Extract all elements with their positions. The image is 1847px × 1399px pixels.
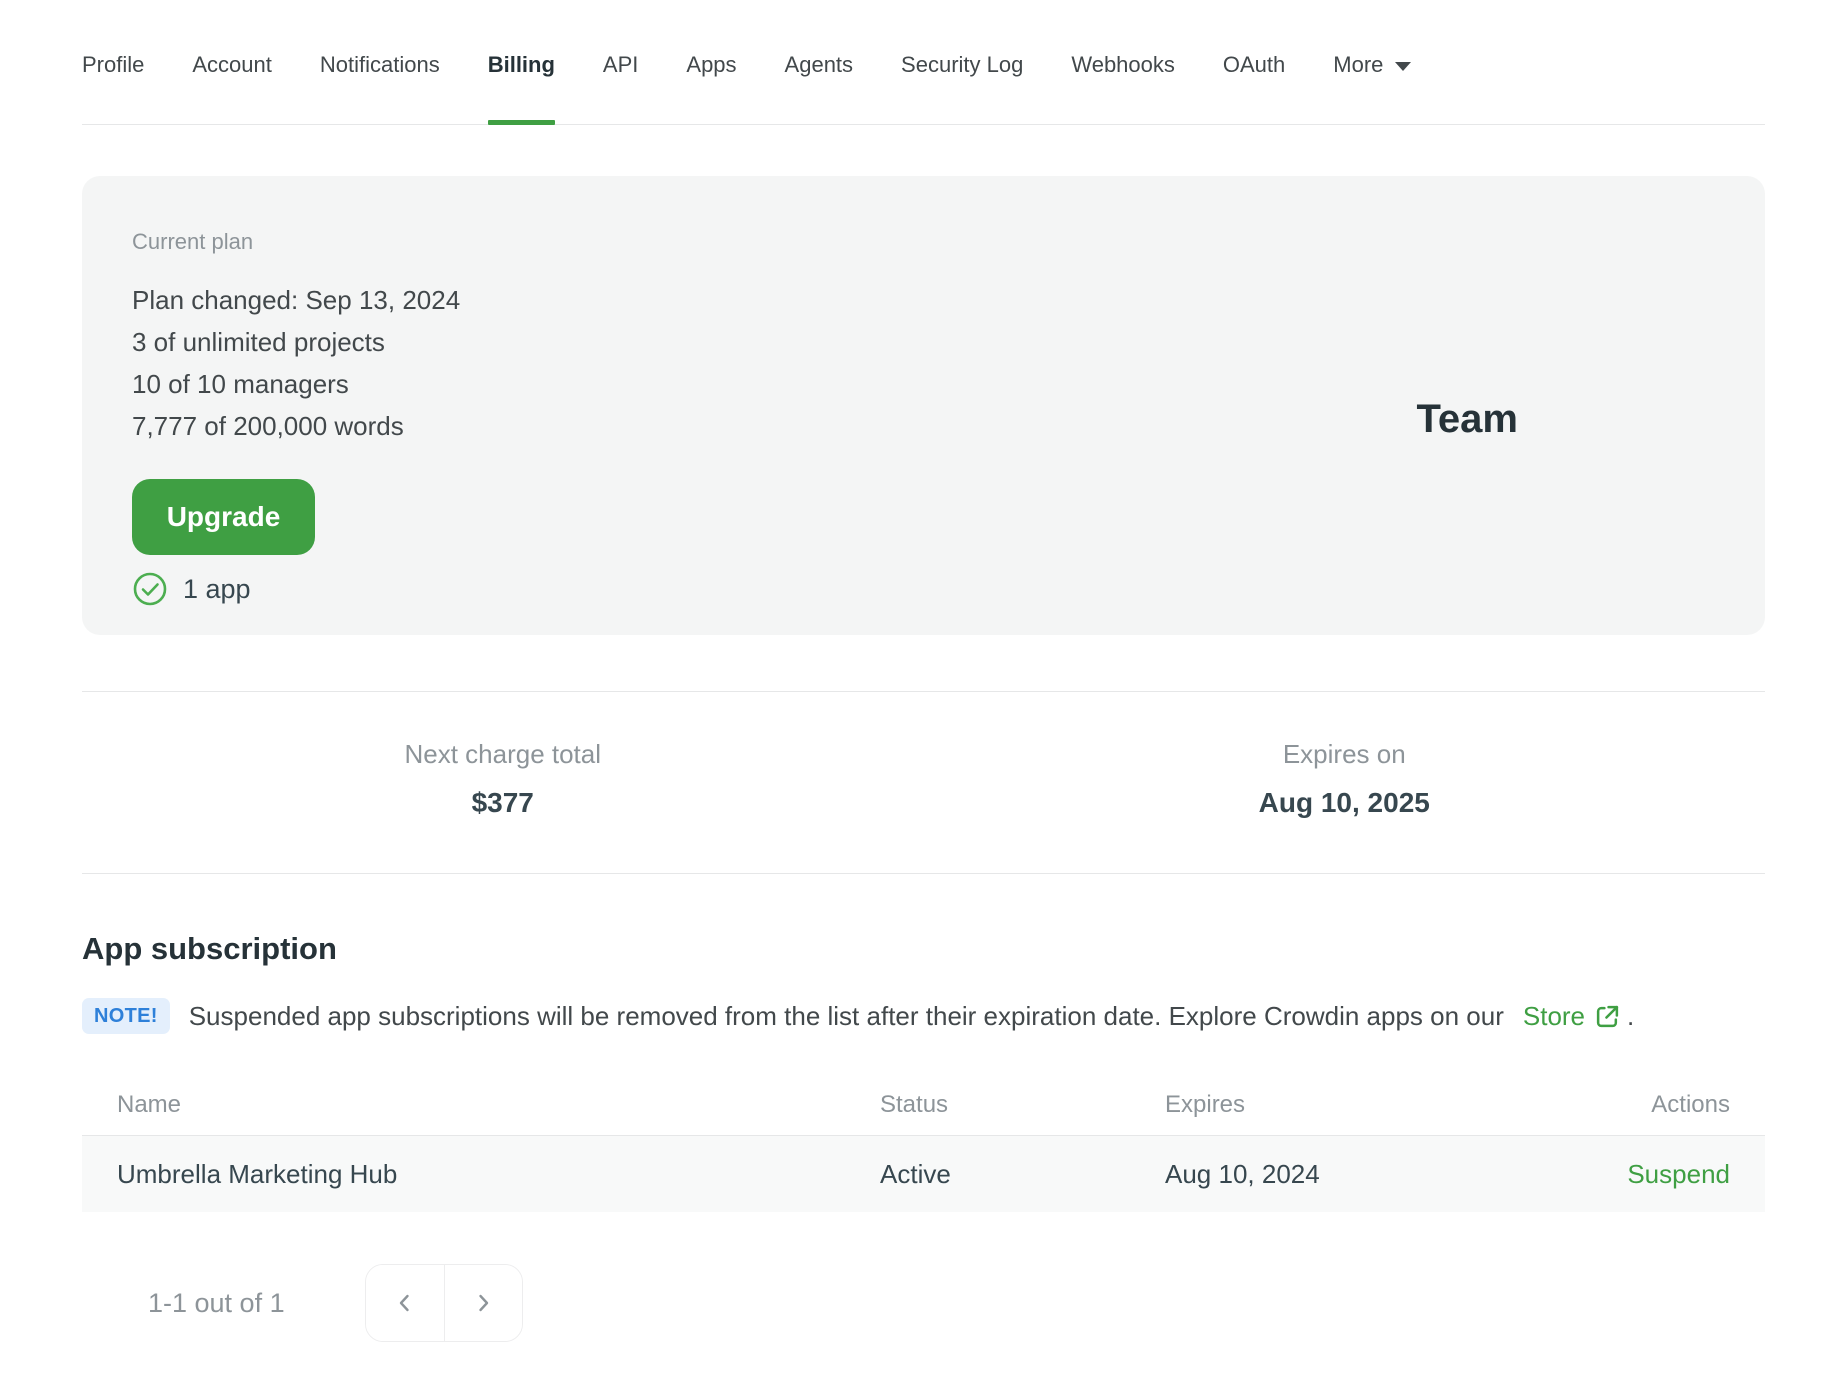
chevron-down-icon	[1395, 62, 1412, 71]
chevron-left-icon	[393, 1291, 417, 1315]
pagination-buttons	[364, 1264, 523, 1342]
table-header-row: Name Status Expires Actions	[82, 1074, 1765, 1136]
tab-billing[interactable]: Billing	[487, 52, 556, 125]
tab-notifications[interactable]: Notifications	[320, 52, 440, 124]
billing-page: Profile Account Notifications Billing AP…	[0, 0, 1847, 1342]
tab-webhooks[interactable]: Webhooks	[1071, 52, 1175, 124]
settings-tabs: Profile Account Notifications Billing AP…	[82, 0, 1765, 125]
plan-name: Team	[1416, 397, 1518, 441]
note-row: NOTE! Suspended app subscriptions will b…	[82, 998, 1765, 1034]
plan-changed-date: Plan changed: Sep 13, 2024	[132, 285, 461, 315]
next-charge-value: $377	[471, 787, 534, 818]
tab-api[interactable]: API	[603, 52, 638, 124]
apps-count-row: 1 app	[132, 571, 1715, 607]
tab-security-log[interactable]: Security Log	[901, 52, 1023, 124]
tab-account[interactable]: Account	[192, 52, 272, 124]
note-badge: NOTE!	[82, 998, 170, 1034]
tab-apps[interactable]: Apps	[686, 52, 736, 124]
note-text: Suspended app subscriptions will be remo…	[188, 1000, 1504, 1031]
app-subscription-title: App subscription	[82, 931, 337, 966]
current-plan-card: Current plan Plan changed: Sep 13, 2024 …	[82, 176, 1765, 635]
upgrade-button[interactable]: Upgrade	[132, 479, 315, 555]
expires-value: Aug 10, 2025	[1258, 787, 1430, 818]
header-expires: Expires	[1165, 1090, 1246, 1118]
pagination: 1-1 out of 1	[82, 1264, 1765, 1342]
tab-agents[interactable]: Agents	[785, 52, 854, 124]
next-charge-label: Next charge total	[404, 739, 602, 769]
store-link-label: Store	[1522, 1000, 1586, 1031]
expires-label: Expires on	[1282, 739, 1406, 769]
check-circle-icon	[132, 571, 168, 607]
header-status: Status	[880, 1090, 949, 1118]
subscription-expires: Aug 10, 2024	[1165, 1158, 1320, 1189]
next-page-button[interactable]	[443, 1265, 522, 1341]
table-row: Umbrella Marketing Hub Active Aug 10, 20…	[82, 1136, 1765, 1212]
store-link[interactable]: Store	[1523, 1001, 1620, 1032]
note-suffix: .	[1627, 1000, 1635, 1031]
header-actions: Actions	[1651, 1090, 1730, 1118]
external-link-icon	[1595, 1004, 1620, 1029]
subscription-status: Active	[880, 1158, 951, 1189]
current-plan-label: Current plan	[132, 229, 254, 254]
subscription-name: Umbrella Marketing Hub	[117, 1158, 398, 1189]
chevron-right-icon	[471, 1291, 495, 1315]
expires-block: Expires on Aug 10, 2025	[924, 692, 1766, 873]
pagination-label: 1-1 out of 1	[148, 1287, 285, 1318]
suspend-link[interactable]: Suspend	[1627, 1159, 1730, 1190]
tab-profile[interactable]: Profile	[82, 52, 144, 124]
subscriptions-table: Name Status Expires Actions Umbrella Mar…	[82, 1074, 1765, 1212]
tab-more[interactable]: More	[1333, 52, 1412, 124]
apps-count-label: 1 app	[183, 573, 251, 604]
projects-usage: 3 of unlimited projects	[132, 327, 385, 357]
prev-page-button[interactable]	[365, 1265, 444, 1341]
billing-summary: Next charge total $377 Expires on Aug 10…	[82, 691, 1765, 874]
next-charge-block: Next charge total $377	[82, 692, 924, 873]
tab-oauth[interactable]: OAuth	[1223, 52, 1285, 124]
more-label: More	[1333, 52, 1384, 77]
header-name: Name	[117, 1090, 182, 1118]
